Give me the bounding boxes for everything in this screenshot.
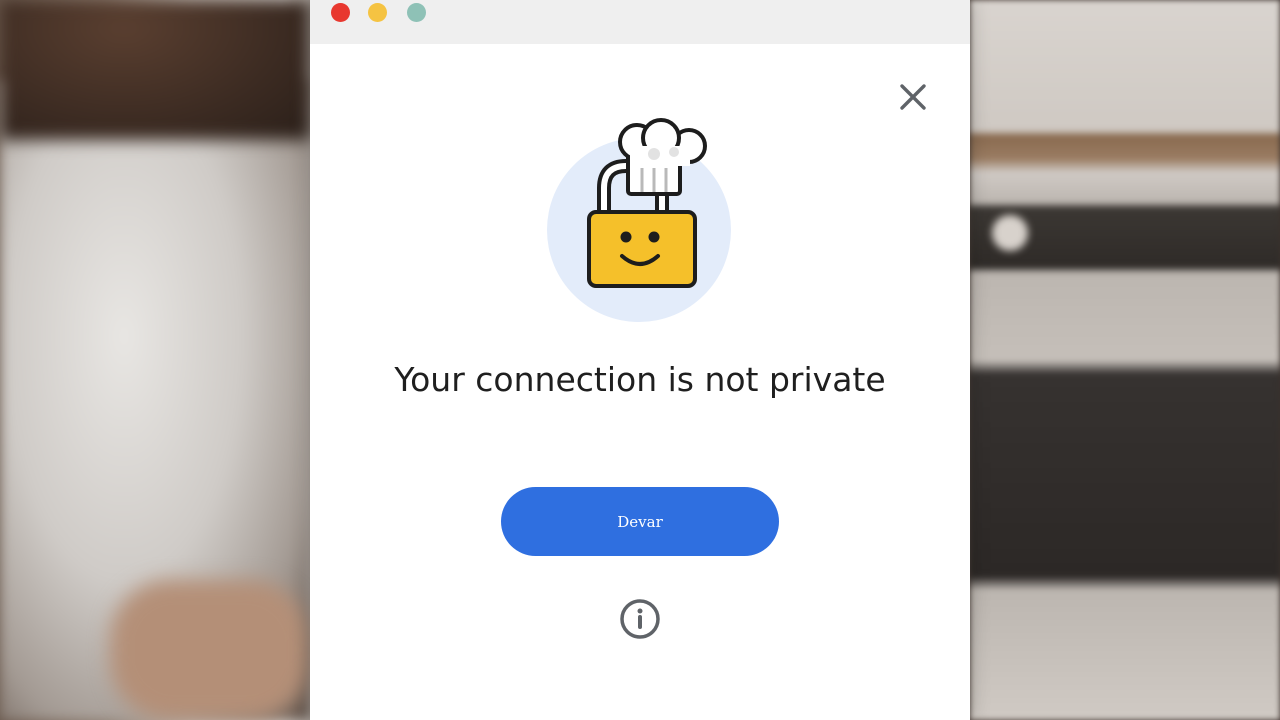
window-minimize-button[interactable]: [368, 3, 387, 22]
close-icon[interactable]: [898, 82, 928, 112]
window-zoom-button[interactable]: [407, 3, 426, 22]
background-arm: [110, 580, 310, 720]
window-close-button[interactable]: [331, 3, 350, 22]
background-hair: [0, 0, 310, 140]
padlock-body: [587, 210, 697, 288]
background-kitchen: [970, 0, 1280, 720]
browser-window: Your connection is not private Devar: [310, 0, 970, 720]
smiley-right-eye: [648, 231, 660, 243]
padlock-illustration: [546, 118, 736, 323]
background-oven-knob: [992, 215, 1028, 251]
primary-action-button[interactable]: Devar: [501, 487, 779, 556]
info-icon[interactable]: [618, 597, 662, 641]
smiley-left-eye: [620, 231, 632, 243]
window-titlebar: [310, 0, 970, 44]
page-title: Your connection is not private: [394, 360, 886, 399]
